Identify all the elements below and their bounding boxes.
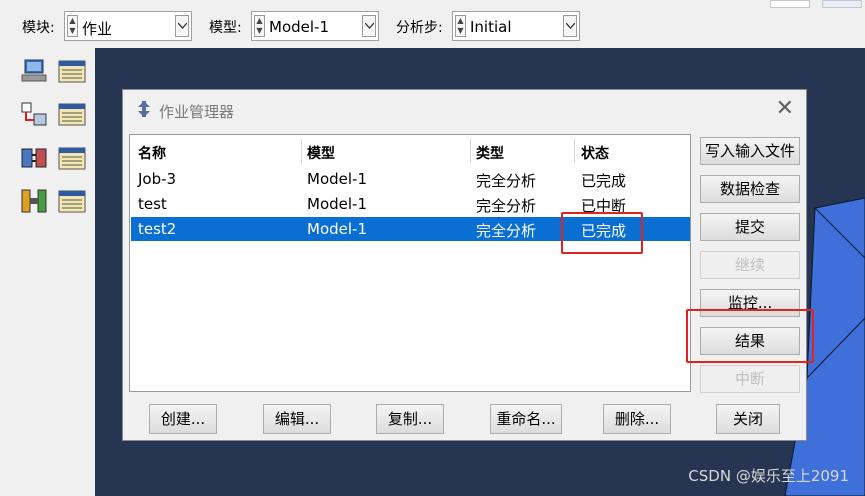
chevron-down-icon[interactable] [563, 15, 577, 37]
column-header[interactable]: 名称 [138, 143, 166, 163]
job-name: test [138, 195, 167, 213]
delete-button[interactable]: 删除... [603, 404, 671, 434]
job-manager-icon[interactable] [58, 60, 86, 86]
optimization-icon[interactable] [20, 188, 48, 214]
window-control-button[interactable] [822, 0, 862, 8]
job-model: Model-1 [307, 195, 367, 213]
job-type: 完全分析 [476, 222, 537, 240]
watermark: CSDN @娱乐至上2091 [688, 467, 849, 485]
kill-button[interactable]: 中断 [700, 365, 800, 393]
close-button[interactable]: 关闭 [716, 404, 780, 434]
module-label: 模块: [22, 20, 55, 36]
adaptivity-manager-icon[interactable] [58, 103, 86, 129]
write-input-button[interactable]: 写入输入文件 [700, 137, 800, 165]
coexecution-icon[interactable] [20, 145, 48, 171]
model-label: 模型: [209, 20, 242, 36]
jobs-table: 名称 模型 类型 状态 Job-3 Model-1 完全分析 已完成 test … [129, 134, 691, 392]
results-highlight-box [686, 309, 814, 363]
table-row[interactable]: Job-3 Model-1 完全分析 已完成 [131, 167, 690, 191]
continue-button[interactable]: 继续 [700, 251, 800, 279]
optimization-manager-icon[interactable] [58, 190, 86, 216]
job-computer-icon[interactable] [20, 58, 48, 84]
adaptivity-icon[interactable] [20, 101, 48, 127]
data-check-button[interactable]: 数据检查 [700, 175, 800, 203]
edit-button[interactable]: 编辑... [263, 404, 331, 434]
chevron-down-icon[interactable] [362, 15, 376, 37]
job-manager-dialog: 作业管理器 ✕ 名称 模型 类型 状态 Job-3 Model-1 完全分析 已… [122, 89, 814, 441]
dialog-logo-icon [136, 101, 152, 117]
step-select[interactable]: ▲ ▼ Initial [452, 11, 580, 41]
column-header[interactable]: 类型 [476, 143, 504, 163]
create-button[interactable]: 创建... [149, 404, 217, 434]
dialog-title: 作业管理器 [159, 103, 235, 121]
context-toolbar: 模块: ▲ ▼ 作业 模型: ▲ ▼ Model-1 分析步: ▲ ▼ Initial [0, 0, 865, 48]
tool-palette [0, 48, 95, 496]
status-highlight-box [561, 212, 643, 254]
job-type: 完全分析 [476, 172, 537, 190]
spin-icon[interactable]: ▲ ▼ [67, 15, 78, 37]
column-header[interactable]: 状态 [581, 143, 609, 163]
job-name: Job-3 [138, 170, 177, 188]
job-type: 完全分析 [476, 197, 537, 215]
module-value: 作业 [82, 20, 113, 38]
spin-icon[interactable]: ▲ ▼ [254, 15, 265, 37]
window-control-button[interactable] [770, 0, 810, 8]
job-model: Model-1 [307, 220, 367, 238]
close-icon[interactable]: ✕ [776, 96, 794, 121]
job-status: 已完成 [581, 172, 627, 190]
step-label: 分析步: [396, 20, 443, 36]
rename-button[interactable]: 重命名... [490, 404, 562, 434]
module-select[interactable]: ▲ ▼ 作业 [64, 11, 192, 41]
chevron-down-icon[interactable] [175, 15, 189, 37]
submit-button[interactable]: 提交 [700, 213, 800, 241]
coexecution-manager-icon[interactable] [58, 147, 86, 173]
spin-icon[interactable]: ▲ ▼ [455, 15, 466, 37]
model-value: Model-1 [269, 18, 329, 36]
model-select[interactable]: ▲ ▼ Model-1 [251, 11, 379, 41]
copy-button[interactable]: 复制... [376, 404, 444, 434]
job-model: Model-1 [307, 170, 367, 188]
job-name: test2 [138, 220, 177, 238]
step-value: Initial [470, 18, 512, 36]
column-header[interactable]: 模型 [307, 143, 335, 163]
